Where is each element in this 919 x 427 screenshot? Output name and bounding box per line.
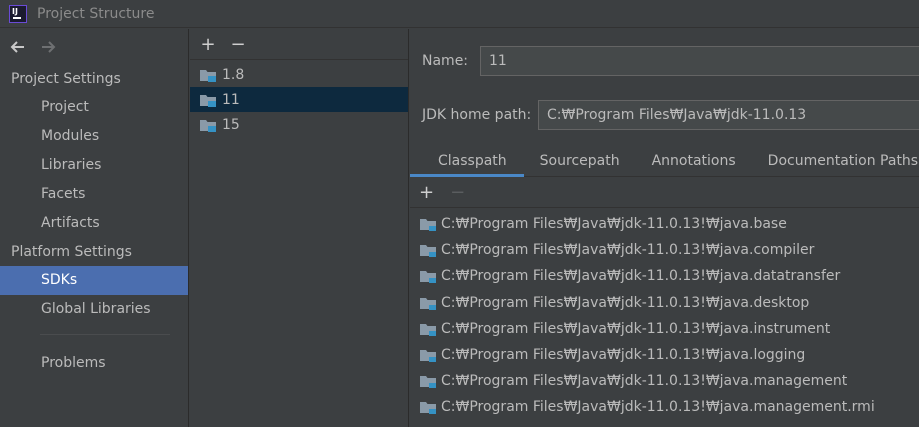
classpath-item-label: C:₩Program Files₩Java₩jdk-11.0.13!₩java.… [441,347,806,364]
classpath-list: C:₩Program Files₩Java₩jdk-11.0.13!₩java.… [410,210,919,427]
jdk-folder-icon [200,119,216,132]
classpath-item[interactable]: C:₩Program Files₩Java₩jdk-11.0.13!₩java.… [410,237,919,263]
module-folder-icon [420,402,436,415]
sdk-list-pane: + − 1.8 11 15 [190,29,409,427]
sdk-item-label: 1.8 [222,66,245,83]
classpath-toolbar: + − [410,178,919,208]
classpath-item[interactable]: C:₩Program Files₩Java₩jdk-11.0.13!₩java.… [410,211,919,237]
name-label: Name: [422,53,469,69]
settings-navigation: Project Settings Project Modules Librari… [0,29,189,427]
module-folder-icon [420,219,436,232]
nav-divider [40,334,170,335]
name-row: Name: 11 [422,46,919,76]
module-folder-icon [420,271,436,284]
forward-arrow-icon [38,37,58,57]
sdk-item-label: 11 [222,91,240,108]
classpath-item-label: C:₩Program Files₩Java₩jdk-11.0.13!₩java.… [441,216,787,233]
classpath-item-label: C:₩Program Files₩Java₩jdk-11.0.13!₩java.… [441,373,848,390]
classpath-item-label: C:₩Program Files₩Java₩jdk-11.0.13!₩java.… [441,294,810,311]
module-folder-icon [420,323,436,336]
nav-item-facets[interactable]: Facets [0,180,188,209]
module-folder-icon [420,245,436,258]
window-title: Project Structure [37,5,155,22]
back-arrow-icon[interactable] [8,37,28,57]
tab-documentation-paths[interactable]: Documentation Paths [752,147,919,177]
classpath-item[interactable]: C:₩Program Files₩Java₩jdk-11.0.13!₩java.… [410,368,919,394]
sdk-detail-pane: Name: 11 JDK home path: C:₩Program Files… [410,29,919,427]
nav-item-modules[interactable]: Modules [0,122,188,151]
intellij-logo-icon: IJ [9,4,27,23]
jdk-home-label: JDK home path: [422,107,532,123]
module-folder-icon [420,376,436,389]
sdk-item-11[interactable]: 11 [190,87,408,112]
jdk-home-path-field[interactable]: C:₩Program Files₩Java₩jdk-11.0.13 [538,100,919,130]
platform-settings-heading: Platform Settings [11,244,132,260]
classpath-item[interactable]: C:₩Program Files₩Java₩jdk-11.0.13!₩java.… [410,394,919,420]
remove-sdk-button[interactable]: − [230,34,246,55]
tab-sourcepath[interactable]: Sourcepath [524,147,636,177]
sdk-item-15[interactable]: 15 [190,112,408,137]
classpath-item-label: C:₩Program Files₩Java₩jdk-11.0.13!₩java.… [441,268,841,285]
sdk-list: 1.8 11 15 [190,59,408,137]
jdk-folder-icon [200,94,216,107]
classpath-item[interactable]: C:₩Program Files₩Java₩jdk-11.0.13!₩java.… [410,342,919,368]
project-settings-heading: Project Settings [11,71,121,87]
jdk-folder-icon [200,69,216,82]
nav-item-global-libraries[interactable]: Global Libraries [0,295,188,324]
sdk-item-label: 15 [222,116,240,133]
classpath-item-label: C:₩Program Files₩Java₩jdk-11.0.13!₩java.… [441,399,875,416]
module-folder-icon [420,350,436,363]
history-arrows [0,29,188,65]
classpath-item[interactable]: C:₩Program Files₩Java₩jdk-11.0.13!₩java.… [410,263,919,289]
nav-item-artifacts[interactable]: Artifacts [0,209,188,238]
name-field[interactable]: 11 [480,46,919,76]
sdk-toolbar: + − [190,29,408,59]
nav-item-project[interactable]: Project [0,93,188,122]
nav-item-sdks[interactable]: SDKs [0,266,188,295]
classpath-item-label: C:₩Program Files₩Java₩jdk-11.0.13!₩java.… [441,320,831,337]
classpath-item-label: C:₩Program Files₩Java₩jdk-11.0.13!₩java.… [441,242,815,259]
classpath-item[interactable]: C:₩Program Files₩Java₩jdk-11.0.13!₩java.… [410,316,919,342]
module-folder-icon [420,297,436,310]
title-bar: IJ Project Structure [0,0,919,28]
classpath-item[interactable]: C:₩Program Files₩Java₩jdk-11.0.13!₩java.… [410,290,919,316]
sdk-item-1-8[interactable]: 1.8 [190,62,408,87]
tab-annotations[interactable]: Annotations [636,147,752,177]
add-sdk-button[interactable]: + [200,34,216,55]
jdk-home-row: JDK home path: C:₩Program Files₩Java₩jdk… [422,100,919,130]
remove-classpath-button: − [450,182,466,203]
tab-classpath[interactable]: Classpath [410,147,524,177]
nav-item-libraries[interactable]: Libraries [0,151,188,180]
sdk-tabs: Classpath Sourcepath Annotations Documen… [410,147,919,177]
nav-item-problems[interactable]: Problems [0,349,188,378]
add-classpath-button[interactable]: + [419,182,434,203]
